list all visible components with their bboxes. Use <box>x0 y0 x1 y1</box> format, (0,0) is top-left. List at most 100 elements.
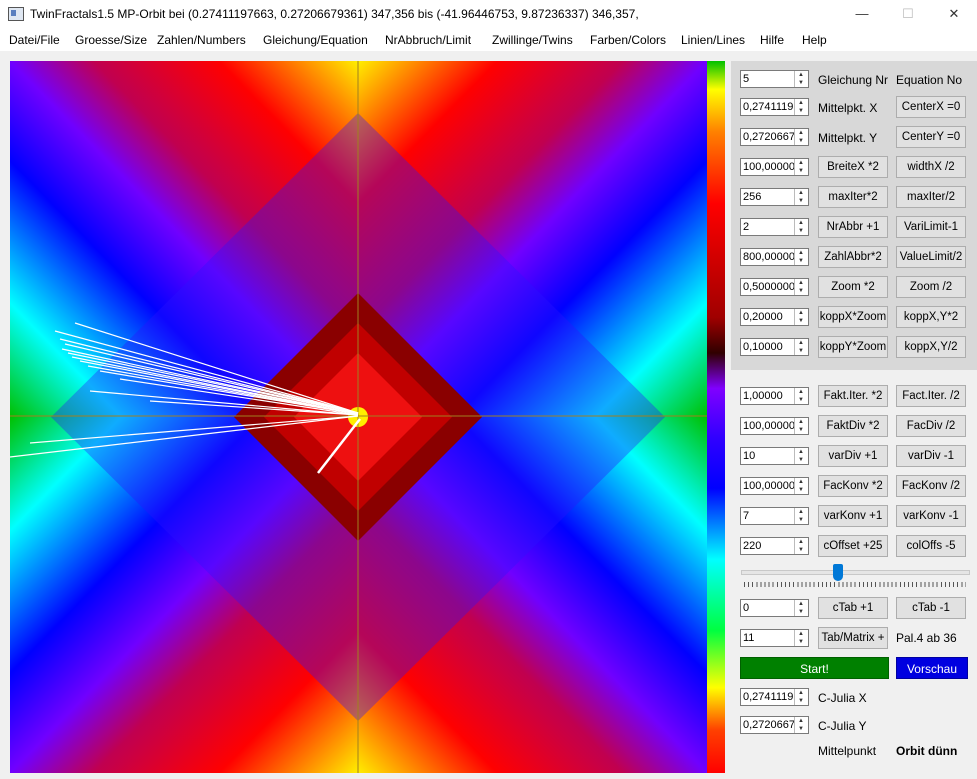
color-slider-track[interactable] <box>741 570 970 575</box>
kopp-y-zoom-button[interactable]: koppY*Zoom <box>818 336 888 358</box>
width-spinbox[interactable]: 100,00000 <box>740 158 809 176</box>
spin-arrows-icon[interactable] <box>794 418 808 434</box>
fac-konv-half-button[interactable]: FacKonv /2 <box>896 475 966 497</box>
spin-arrows-icon[interactable] <box>794 630 808 646</box>
fractal-canvas[interactable] <box>10 61 707 773</box>
fact-iter-half-button[interactable]: Fact.Iter. /2 <box>896 385 966 407</box>
equation-number-spinbox[interactable]: 5 <box>740 70 809 88</box>
color-offset-plus-button[interactable]: cOffset +25 <box>818 535 888 557</box>
spin-arrows-icon[interactable] <box>794 508 808 524</box>
fakt-iter-double-button[interactable]: Fakt.Iter. *2 <box>818 385 888 407</box>
center-y-zero-button[interactable]: CenterY =0 <box>896 126 966 148</box>
kopp-y-spinbox[interactable]: 0,10000 <box>740 338 809 356</box>
max-iter-half-button[interactable]: maxIter/2 <box>896 186 966 208</box>
julia-y-label: C-Julia Y <box>818 719 867 733</box>
maximize-button[interactable]: ☐ <box>885 0 931 29</box>
spin-arrows-icon[interactable] <box>794 339 808 355</box>
menu-zwillinge[interactable]: Zwillinge/Twins <box>492 33 573 47</box>
var-konv-minus-button[interactable]: varKonv -1 <box>896 505 966 527</box>
vari-limit-minus-button[interactable]: VariLimit-1 <box>896 216 966 238</box>
var-konv-plus-button[interactable]: varKonv +1 <box>818 505 888 527</box>
menu-zahlen[interactable]: Zahlen/Numbers <box>157 33 246 47</box>
julia-x-label: C-Julia X <box>818 691 867 705</box>
width-double-button[interactable]: BreiteX *2 <box>818 156 888 178</box>
center-x-spinbox[interactable]: 0,2741119 <box>740 98 809 116</box>
minimize-button[interactable]: — <box>839 0 885 29</box>
center-y-label: Mittelpkt. Y <box>818 131 878 145</box>
center-x-label: Mittelpkt. X <box>818 101 878 115</box>
menu-linien[interactable]: Linien/Lines <box>681 33 745 47</box>
spin-arrows-icon[interactable] <box>794 309 808 325</box>
matrix-spinbox[interactable]: 11 <box>740 629 809 647</box>
var-konv-spinbox[interactable]: 7 <box>740 507 809 525</box>
nr-abbr-spinbox[interactable]: 2 <box>740 218 809 236</box>
menu-datei[interactable]: Datei/File <box>9 33 60 47</box>
spin-arrows-icon[interactable] <box>794 600 808 616</box>
spin-arrows-icon[interactable] <box>794 448 808 464</box>
zoom-half-button[interactable]: Zoom /2 <box>896 276 966 298</box>
menu-gleichung[interactable]: Gleichung/Equation <box>263 33 368 47</box>
color-offset-minus-button[interactable]: colOffs -5 <box>896 535 966 557</box>
status-mode-label: Mittelpunkt <box>818 744 877 758</box>
center-x-zero-button[interactable]: CenterX =0 <box>896 96 966 118</box>
value-limit-half-button[interactable]: ValueLimit/2 <box>896 246 966 268</box>
spin-arrows-icon[interactable] <box>794 478 808 494</box>
spin-arrows-icon[interactable] <box>794 99 808 115</box>
spin-arrows-icon[interactable] <box>794 279 808 295</box>
start-button[interactable]: Start! <box>740 657 889 679</box>
menu-groesse[interactable]: Groesse/Size <box>75 33 147 47</box>
spin-arrows-icon[interactable] <box>794 538 808 554</box>
fac-konv-double-button[interactable]: FacKonv *2 <box>818 475 888 497</box>
menu-hilfe[interactable]: Hilfe <box>760 33 784 47</box>
var-div-minus-button[interactable]: varDiv -1 <box>896 445 966 467</box>
width-half-button[interactable]: widthX /2 <box>896 156 966 178</box>
menu-farben[interactable]: Farben/Colors <box>590 33 666 47</box>
center-y-spinbox[interactable]: 0,2720667 <box>740 128 809 146</box>
kopp-xy-half-button[interactable]: koppX,Y/2 <box>896 336 966 358</box>
julia-x-spinbox[interactable]: 0,2741119 <box>740 688 809 706</box>
spin-arrows-icon[interactable] <box>794 189 808 205</box>
tab-matrix-plus-button[interactable]: Tab/Matrix + <box>818 627 888 649</box>
kopp-x-spinbox[interactable]: 0,20000 <box>740 308 809 326</box>
fakt-iter-spinbox[interactable]: 1,00000 <box>740 387 809 405</box>
menu-help[interactable]: Help <box>802 33 827 47</box>
value-limit-double-button[interactable]: ZahlAbbr*2 <box>818 246 888 268</box>
spin-arrows-icon[interactable] <box>794 71 808 87</box>
var-div-plus-button[interactable]: varDiv +1 <box>818 445 888 467</box>
fac-div-half-button[interactable]: FacDiv /2 <box>896 415 966 437</box>
ctab-spinbox[interactable]: 0 <box>740 599 809 617</box>
ctab-plus-button[interactable]: cTab +1 <box>818 597 888 619</box>
var-div-spinbox[interactable]: 10 <box>740 447 809 465</box>
value-limit-spinbox[interactable]: 800,00000 <box>740 248 809 266</box>
palette-info-label: Pal.4 ab 36 <box>896 631 957 645</box>
zoom-spinbox[interactable]: 0,5000000 <box>740 278 809 296</box>
equation-nr-label: Gleichung Nr <box>818 73 889 87</box>
max-iter-double-button[interactable]: maxIter*2 <box>818 186 888 208</box>
zoom-double-button[interactable]: Zoom *2 <box>818 276 888 298</box>
preview-button[interactable]: Vorschau <box>896 657 968 679</box>
menu-nrabbruch[interactable]: NrAbbruch/Limit <box>385 33 471 47</box>
ctab-minus-button[interactable]: cTab -1 <box>896 597 966 619</box>
spin-arrows-icon[interactable] <box>794 129 808 145</box>
max-iter-spinbox[interactable]: 256 <box>740 188 809 206</box>
equation-no-label: Equation No <box>896 73 963 87</box>
fakt-div-spinbox[interactable]: 100,00000 <box>740 417 809 435</box>
spin-arrows-icon[interactable] <box>794 717 808 733</box>
spin-arrows-icon[interactable] <box>794 159 808 175</box>
menu-bar: Datei/File Groesse/Size Zahlen/Numbers G… <box>0 29 977 51</box>
kopp-xy-double-button[interactable]: koppX,Y*2 <box>896 306 966 328</box>
spin-arrows-icon[interactable] <box>794 219 808 235</box>
julia-y-spinbox[interactable]: 0,2720667 <box>740 716 809 734</box>
fac-konv-spinbox[interactable]: 100,00000 <box>740 477 809 495</box>
window-title: TwinFractals1.5 MP-Orbit bei (0.27411197… <box>30 7 639 21</box>
fakt-div-double-button[interactable]: FaktDiv *2 <box>818 415 888 437</box>
kopp-x-zoom-button[interactable]: koppX*Zoom <box>818 306 888 328</box>
spin-arrows-icon[interactable] <box>794 388 808 404</box>
nr-abbr-plus-button[interactable]: NrAbbr +1 <box>818 216 888 238</box>
color-slider-thumb[interactable] <box>832 564 843 581</box>
spin-arrows-icon[interactable] <box>794 249 808 265</box>
spin-arrows-icon[interactable] <box>794 689 808 705</box>
title-bar: TwinFractals1.5 MP-Orbit bei (0.27411197… <box>0 0 977 29</box>
color-offset-spinbox[interactable]: 220 <box>740 537 809 555</box>
close-button[interactable]: ✕ <box>931 0 977 29</box>
